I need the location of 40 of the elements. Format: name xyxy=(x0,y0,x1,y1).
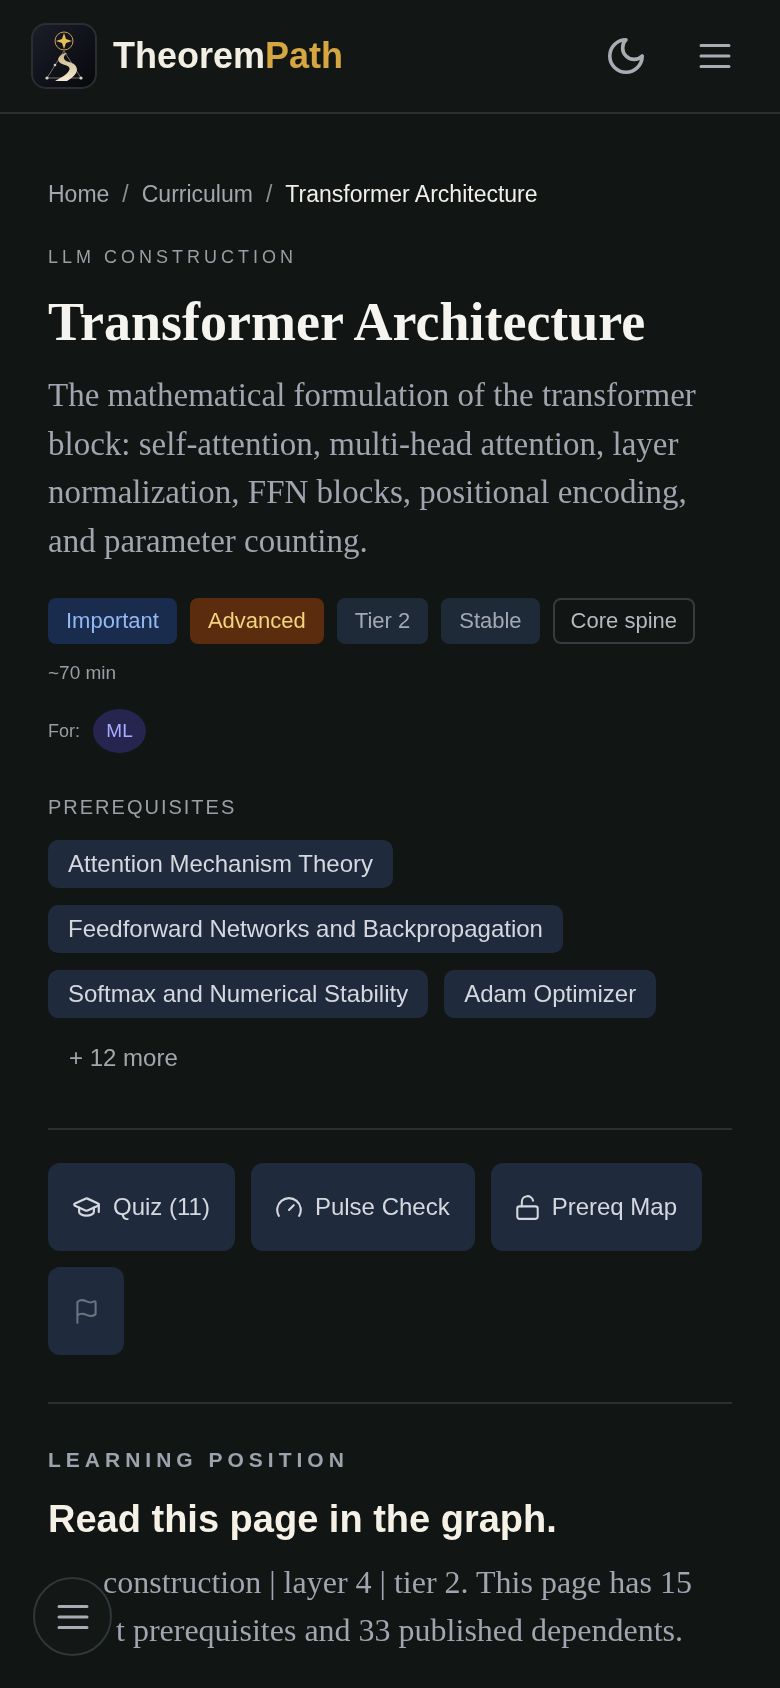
tag: Stable xyxy=(441,598,540,644)
moon-icon xyxy=(608,38,644,74)
tag: Core spine xyxy=(552,598,695,644)
tag: Advanced xyxy=(189,598,324,644)
breadcrumb-separator: / xyxy=(122,180,129,209)
logo-icon[interactable] xyxy=(31,23,97,89)
audience-badge: ML xyxy=(93,709,146,753)
duration-text: ~70 min xyxy=(48,661,117,685)
breadcrumb-link[interactable]: Curriculum xyxy=(141,179,253,209)
section-label: LEARNING POSITION xyxy=(48,1447,349,1473)
prerequisite-link[interactable]: Attention Mechanism Theory xyxy=(48,840,394,888)
body-text-line: construction | layer 4 | tier 2. This page has 15 xyxy=(103,1563,692,1602)
action-button[interactable]: Quiz (11) xyxy=(48,1163,235,1251)
page-title: Transformer Architecture xyxy=(48,291,646,354)
prerequisite-link[interactable]: Adam Optimizer xyxy=(444,970,657,1018)
category-label: LLM CONSTRUCTION xyxy=(48,246,297,269)
brand-name[interactable]: TheoremPath xyxy=(113,36,344,76)
section-label: PREREQUISITES xyxy=(48,795,237,820)
action-button[interactable]: Pulse Check xyxy=(250,1163,475,1251)
section-heading: Read this page in the graph. xyxy=(48,1497,557,1542)
graduation-cap-icon xyxy=(73,1197,100,1217)
flag-icon xyxy=(75,1298,97,1324)
action-button[interactable]: Prereq Map xyxy=(490,1163,703,1251)
breadcrumb-link[interactable]: Home xyxy=(48,179,110,209)
prerequisite-link[interactable]: Feedforward Networks and Backpropagation xyxy=(48,905,563,953)
tag: Important xyxy=(48,598,177,644)
body-text-line: t prerequisites and 33 published dependents. xyxy=(116,1611,683,1650)
breadcrumb-separator: / xyxy=(265,180,273,209)
open-padlock-icon xyxy=(515,1194,539,1220)
prerequisite-link[interactable]: Softmax and Numerical Stability xyxy=(48,970,429,1018)
theme-toggle-button[interactable] xyxy=(608,38,644,74)
audience-label: For: xyxy=(48,720,80,742)
tag: Tier 2 xyxy=(336,598,429,644)
menu-icon xyxy=(699,43,731,69)
menu-button[interactable] xyxy=(699,43,731,69)
gauge-icon xyxy=(275,1197,302,1217)
page-summary: The mathematical formulation of the transformer block: self-attention, multi-head attention, layer normalization, FFN blocks, positional encoding, and parameter counting. xyxy=(48,376,697,561)
show-more-link[interactable]: + 12 more xyxy=(48,1042,178,1074)
menu-icon xyxy=(56,1603,89,1630)
current-page-text: Transformer Architecture xyxy=(285,180,538,209)
